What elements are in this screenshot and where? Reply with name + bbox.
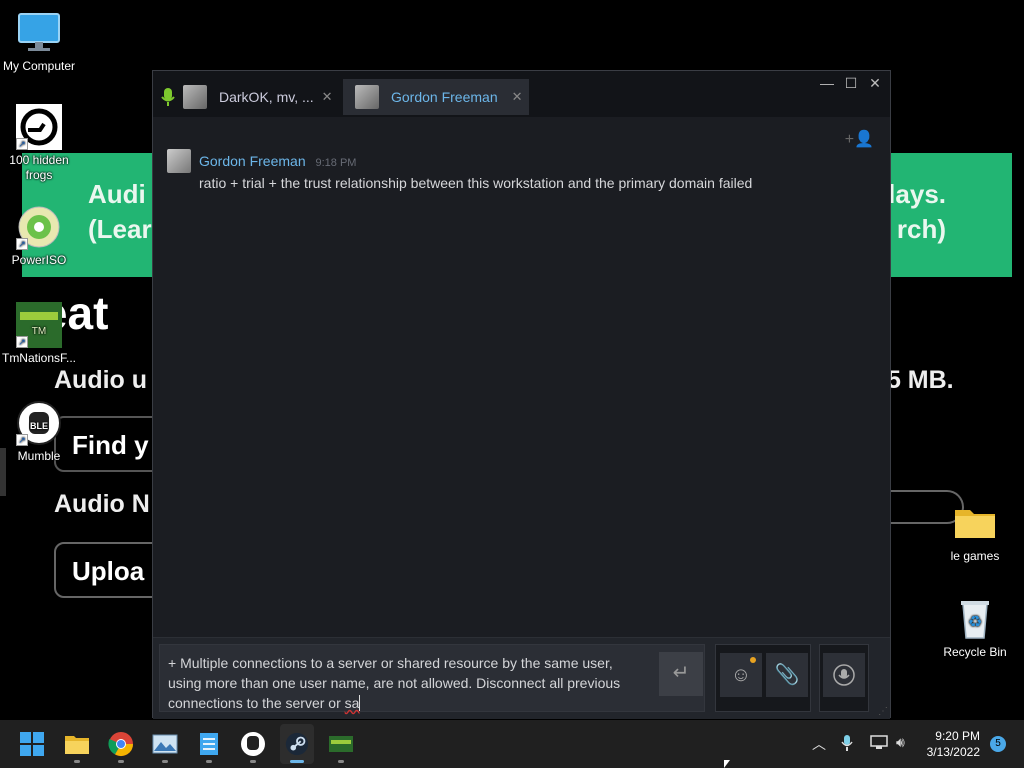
windows-start-icon[interactable] [18, 730, 46, 758]
input-text-line: using more than one user name, are not a… [168, 675, 621, 691]
running-indicator [74, 760, 80, 763]
paperclip-icon: 📎 [774, 664, 800, 686]
chat-titlebar[interactable]: DarkOK, mv, ... ✕ Gordon Freeman ✕ — ☐ ✕ [153, 71, 890, 117]
send-button[interactable]: ↵ [659, 652, 703, 696]
frog-game-icon: ↗ [16, 104, 62, 150]
mumble-icon[interactable] [239, 730, 267, 758]
clock-time: 9:20 PM [935, 729, 980, 743]
message-avatar[interactable] [167, 149, 191, 173]
smiley-icon: ☺ [730, 664, 752, 686]
text-caret [359, 695, 361, 711]
shortcut-arrow-icon: ↗ [16, 238, 28, 250]
banner-text: Audi [88, 179, 146, 209]
disc-icon: ↗ [16, 204, 62, 250]
taskbar: ︿ 🔊︎ 9:20 PM 3/13/2022 5 [0, 720, 1024, 768]
tab-group-chat[interactable]: DarkOK, mv, ... ✕ [157, 79, 341, 115]
tab-label: Gordon Freeman [391, 89, 498, 105]
message-author[interactable]: Gordon Freeman [199, 153, 306, 169]
shortcut-arrow-icon: ↗ [16, 336, 28, 348]
banner-text: (Lear [88, 214, 152, 244]
desktop-icon-tmnations[interactable]: TM ↗ TmNationsF... [0, 302, 78, 366]
steam-icon[interactable] [280, 724, 314, 764]
running-indicator [250, 760, 256, 763]
photos-icon[interactable] [151, 730, 179, 758]
desktop-icon-label: 100 hidden frogs [9, 153, 69, 182]
notepad-icon[interactable] [195, 730, 223, 758]
desktop-icon-poweriso[interactable]: ↗ PowerISO [0, 204, 78, 268]
shortcut-arrow-icon: ↗ [16, 434, 28, 446]
chevron-up-icon[interactable]: ︿ [812, 734, 826, 754]
tab-gordon-freeman[interactable]: Gordon Freeman ✕ [343, 79, 529, 115]
tmnations-icon: TM ↗ [16, 302, 62, 348]
mumble-icon: BLE ↗ [16, 400, 62, 446]
svg-text:BLE: BLE [30, 421, 48, 431]
attach-button[interactable]: 📎 [766, 653, 808, 697]
desktop-icon-label: TmNationsF... [1, 351, 76, 365]
banner-text: lays. [888, 179, 946, 209]
page-text: Audio u [54, 366, 148, 394]
desktop-icon-label: Mumble [17, 449, 61, 463]
steam-chat-window: DarkOK, mv, ... ✕ Gordon Freeman ✕ — ☐ ✕… [152, 70, 891, 719]
close-window-icon[interactable]: ✕ [864, 75, 886, 92]
maximize-icon[interactable]: ☐ [840, 75, 862, 92]
close-tab-icon[interactable]: ✕ [512, 89, 523, 105]
desktop-icon-mumble[interactable]: BLE ↗ Mumble [0, 400, 78, 464]
input-text-line: connections to the server or [168, 695, 345, 711]
tray-microphone-icon[interactable] [840, 734, 854, 755]
desktop-icon-recycle-bin[interactable]: ♻ Recycle Bin [936, 596, 1014, 660]
message-text: ratio + trial + the trust relationship b… [199, 175, 753, 191]
message-input[interactable]: + Multiple connections to a server or sh… [159, 644, 705, 712]
banner-text: rch) [896, 214, 946, 244]
system-clock[interactable]: 9:20 PM 3/13/2022 [927, 728, 980, 760]
recycle-bin-icon: ♻ [952, 596, 998, 642]
chat-tools-group: ☺ 📎 [715, 644, 811, 712]
voice-mic-icon [833, 664, 855, 686]
desktop-icon-100-hidden-frogs[interactable]: ↗ 100 hidden frogs [0, 104, 78, 183]
page-text: .5 MB. [880, 366, 954, 394]
desktop-icon-label: PowerISO [11, 253, 67, 267]
desktop-icon-my-computer[interactable]: My Computer [0, 10, 78, 74]
tab-label: DarkOK, mv, ... [219, 89, 314, 105]
chrome-icon[interactable] [107, 730, 135, 758]
running-indicator [118, 760, 124, 763]
chat-input-area: + Multiple connections to a server or sh… [153, 637, 890, 719]
notification-badge[interactable]: 5 [990, 736, 1006, 752]
page-text: Audio N [54, 490, 150, 518]
minimize-icon[interactable]: — [816, 75, 838, 91]
notification-dot [750, 657, 756, 663]
network-icon[interactable] [870, 734, 888, 753]
svg-text:TM: TM [32, 326, 46, 337]
microphone-icon [161, 87, 175, 107]
chat-history[interactable]: +👤 Gordon Freeman 9:18 PM ratio + trial … [153, 117, 890, 637]
volume-icon[interactable]: 🔊︎ [896, 734, 905, 751]
shortcut-arrow-icon: ↗ [16, 138, 28, 150]
desktop-icon-label: Recycle Bin [943, 645, 1007, 659]
friend-avatar [355, 85, 379, 109]
input-text-line: + Multiple connections to a server or sh… [168, 655, 613, 671]
close-tab-icon[interactable]: ✕ [322, 89, 333, 105]
desktop-icon-le-games[interactable]: le games [936, 500, 1014, 564]
clock-date: 3/13/2022 [926, 745, 980, 759]
running-indicator [338, 760, 344, 763]
enter-arrow-icon: ↵ [672, 662, 690, 684]
group-avatar [183, 85, 207, 109]
active-indicator [290, 760, 304, 763]
monitor-icon [16, 10, 62, 56]
tmnations-icon[interactable] [327, 730, 355, 758]
voice-chat-button[interactable] [823, 653, 865, 697]
desktop-icon-label: le games [950, 549, 1000, 563]
file-explorer-icon[interactable] [63, 730, 91, 758]
misspelled-word: sa [344, 695, 360, 711]
voice-group [819, 644, 869, 712]
svg-text:♻: ♻ [968, 612, 982, 631]
emoticon-button[interactable]: ☺ [720, 653, 762, 697]
folder-icon [952, 500, 998, 546]
add-friend-icon[interactable]: +👤 [845, 129, 874, 149]
desktop-icon-label: My Computer [2, 59, 76, 73]
mouse-cursor-icon [724, 760, 730, 768]
resize-grip-icon[interactable]: ⋰ [878, 706, 888, 717]
running-indicator [162, 760, 168, 763]
message-timestamp: 9:18 PM [315, 157, 357, 169]
running-indicator [206, 760, 212, 763]
